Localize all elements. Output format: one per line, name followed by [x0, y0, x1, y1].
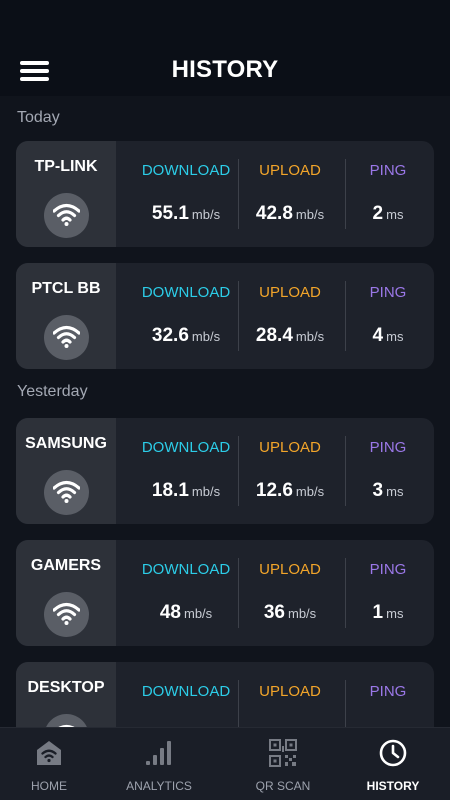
ping-value: 1	[372, 602, 384, 623]
nav-label-qr-scan: QR SCAN	[255, 779, 311, 793]
history-card[interactable]: GAMERS DOWNLOAD 48 mb/s UPLOAD 36 mb/s PIN…	[16, 540, 434, 646]
ping-value: 2	[372, 203, 384, 224]
download-label: DOWNLOAD	[141, 439, 231, 456]
divider	[345, 281, 346, 351]
nav-home[interactable]: HOME	[0, 728, 98, 800]
ping-value: 3	[372, 480, 384, 501]
upload-value: 12.6	[255, 480, 293, 501]
history-card[interactable]: TP-LINK DOWNLOAD 55.1 mb/s UPLOAD 42.8 mb/…	[16, 141, 434, 247]
bottom-nav: HOME ANALYTICS QR SCAN HISTORY	[0, 727, 450, 800]
download-value: 55.1	[151, 203, 189, 224]
download-value: 48	[159, 602, 181, 623]
download-label: DOWNLOAD	[141, 284, 231, 301]
nav-label-analytics: ANALYTICS	[126, 779, 192, 793]
upload-unit: mb/s	[287, 606, 317, 621]
divider	[345, 558, 346, 628]
ping-unit: ms	[386, 484, 404, 499]
ping-metric: PING 4 ms	[348, 263, 428, 369]
download-metric: DOWNLOAD 32.6 mb/s	[122, 263, 250, 369]
upload-label: UPLOAD	[259, 683, 321, 700]
download-unit: mb/s	[183, 606, 213, 621]
page-title: HISTORY	[171, 56, 279, 83]
divider	[238, 159, 239, 229]
ping-label: PING	[369, 561, 407, 578]
download-value: 32.6	[151, 325, 189, 346]
download-unit: mb/s	[191, 484, 221, 499]
nav-analytics[interactable]: ANALYTICS	[110, 728, 208, 800]
signal-bars-icon	[144, 738, 174, 768]
download-unit: mb/s	[191, 207, 221, 222]
history-card[interactable]: PTCL BB DOWNLOAD 32.6 mb/s UPLOAD 28.4 mb/…	[16, 263, 434, 369]
qr-code-icon	[268, 738, 298, 768]
upload-metric: UPLOAD 28.4 mb/s	[240, 263, 340, 369]
ping-unit: ms	[386, 606, 404, 621]
ping-label: PING	[369, 439, 407, 456]
network-name: DESKTOP	[27, 679, 105, 696]
divider	[345, 436, 346, 506]
download-label: DOWNLOAD	[141, 683, 231, 700]
download-unit: mb/s	[191, 329, 221, 344]
upload-metric: UPLOAD 42.8 mb/s	[240, 141, 340, 247]
upload-value: 42.8	[255, 203, 293, 224]
ping-label: PING	[369, 162, 407, 179]
download-metric: DOWNLOAD 18.1 mb/s	[122, 418, 250, 524]
ping-metric: PING 1 ms	[348, 540, 428, 646]
network-name: TP-LINK	[34, 158, 98, 175]
upload-metric: UPLOAD 12.6 mb/s	[240, 418, 340, 524]
wifi-icon	[44, 470, 89, 515]
upload-metric: UPLOAD 36 mb/s	[240, 540, 340, 646]
nav-history[interactable]: HISTORY	[344, 728, 442, 800]
upload-value: 28.4	[255, 325, 293, 346]
ping-label: PING	[369, 284, 407, 301]
history-card[interactable]: SAMSUNG DOWNLOAD 18.1 mb/s UPLOAD 12.6 mb/…	[16, 418, 434, 524]
upload-unit: mb/s	[295, 329, 325, 344]
network-name: PTCL BB	[31, 280, 101, 297]
divider	[345, 159, 346, 229]
section-label-yesterday: Yesterday	[17, 383, 88, 400]
ping-unit: ms	[386, 207, 404, 222]
divider	[238, 436, 239, 506]
divider	[238, 558, 239, 628]
upload-label: UPLOAD	[259, 561, 321, 578]
network-panel: TP-LINK	[16, 141, 116, 247]
download-metric: DOWNLOAD 55.1 mb/s	[122, 141, 250, 247]
download-label: DOWNLOAD	[141, 162, 231, 179]
clock-icon	[378, 738, 408, 768]
section-label-today: Today	[17, 109, 60, 126]
network-name: GAMERS	[30, 557, 102, 574]
nav-label-history: HISTORY	[366, 779, 420, 793]
network-panel: GAMERS	[16, 540, 116, 646]
upload-label: UPLOAD	[259, 284, 321, 301]
ping-label: PING	[369, 683, 407, 700]
nav-label-home: HOME	[31, 779, 67, 793]
wifi-icon	[44, 592, 89, 637]
app-header: HISTORY	[0, 0, 450, 96]
ping-metric: PING 3 ms	[348, 418, 428, 524]
home-wifi-icon	[34, 738, 64, 768]
ping-metric: PING 2 ms	[348, 141, 428, 247]
upload-value: 36	[263, 602, 285, 623]
ping-unit: ms	[386, 329, 404, 344]
download-label: DOWNLOAD	[141, 561, 231, 578]
ping-value: 4	[372, 325, 384, 346]
nav-qr-scan[interactable]: QR SCAN	[234, 728, 332, 800]
download-metric: DOWNLOAD 48 mb/s	[122, 540, 250, 646]
divider	[238, 281, 239, 351]
upload-unit: mb/s	[295, 207, 325, 222]
wifi-icon	[44, 315, 89, 360]
network-name: SAMSUNG	[25, 435, 107, 452]
upload-label: UPLOAD	[259, 162, 321, 179]
wifi-icon	[44, 193, 89, 238]
upload-label: UPLOAD	[259, 439, 321, 456]
network-panel: SAMSUNG	[16, 418, 116, 524]
network-panel: PTCL BB	[16, 263, 116, 369]
download-value: 18.1	[151, 480, 189, 501]
upload-unit: mb/s	[295, 484, 325, 499]
